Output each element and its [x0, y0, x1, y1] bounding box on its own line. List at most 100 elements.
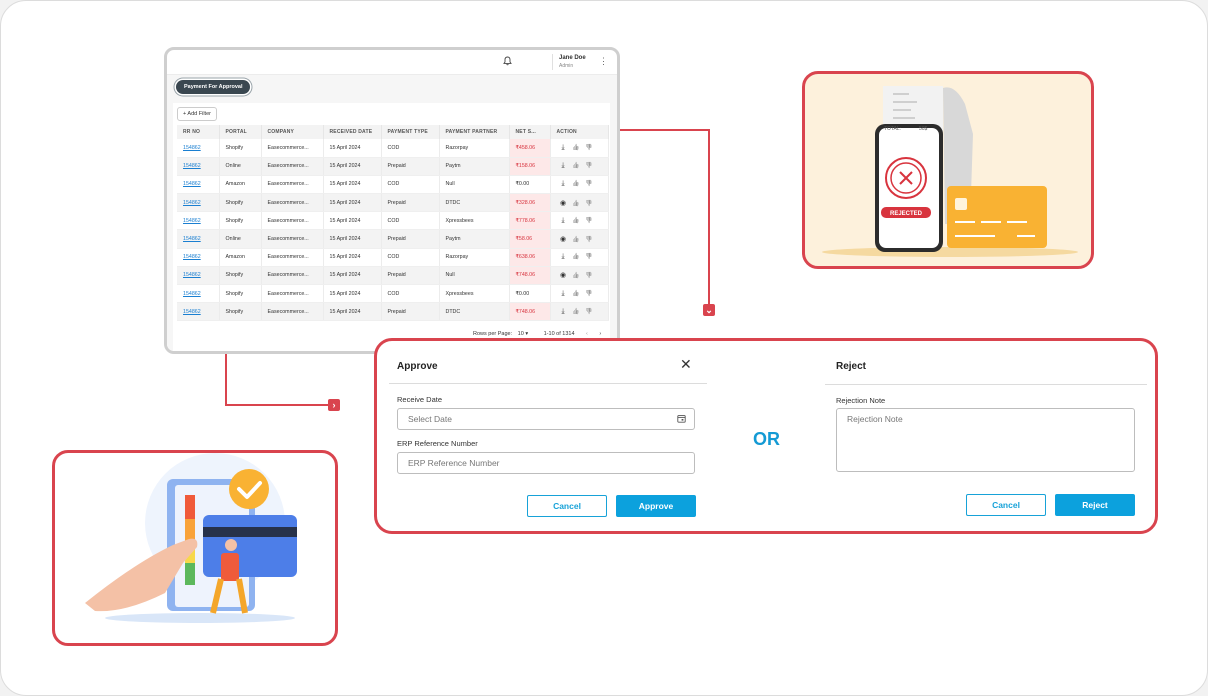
payment-type-cell: COD — [381, 284, 440, 304]
received-date-cell: 15 April 2024 — [323, 266, 382, 286]
user-circle-icon[interactable]: ◉ — [557, 199, 570, 207]
download-icon[interactable]: ⤓ — [557, 253, 570, 261]
rows-per-page-label: Rows per Page: — [473, 331, 513, 337]
payments-table: RR NO PORTAL COMPANY RECEIVED DATE PAYME… — [177, 125, 609, 322]
rr-number-link[interactable]: 154862 — [177, 248, 220, 267]
approved-card-image — [85, 453, 297, 623]
thumbs-up-icon[interactable]: 👍 — [570, 162, 583, 169]
net-amount-cell: ₹778.06 — [509, 211, 551, 231]
approve-button[interactable]: Approve — [616, 495, 696, 517]
rr-number-link[interactable]: 154862 — [177, 229, 220, 249]
column-header[interactable]: RECEIVED DATE — [323, 125, 382, 139]
reject-button[interactable]: Reject — [1055, 494, 1135, 516]
receive-date-input[interactable]: Select Date — [397, 408, 695, 430]
thumbs-up-icon[interactable]: 👍 — [570, 272, 583, 279]
thumbs-down-icon[interactable]: 👎 — [583, 290, 596, 297]
thumbs-down-icon[interactable]: 👎 — [583, 236, 596, 243]
chevron-right-icon[interactable]: › — [599, 331, 601, 337]
receipt-status-text: REJECTED — [890, 211, 923, 217]
download-icon[interactable]: ⤓ — [557, 162, 570, 170]
payment-type-cell: COD — [381, 139, 440, 158]
column-header[interactable]: RR NO — [177, 125, 220, 139]
table-row: 154862 Online Easecommerce... 15 April 2024… — [177, 157, 609, 176]
thumbs-up-icon[interactable]: 👍 — [570, 217, 583, 224]
rr-number-link[interactable]: 154862 — [177, 193, 220, 213]
thumbs-up-icon[interactable]: 👍 — [570, 290, 583, 297]
rr-number-link[interactable]: 154862 — [177, 266, 220, 286]
portal-cell: Online — [219, 157, 262, 176]
payment-partner-cell: Paytm — [439, 229, 510, 249]
thumbs-up-icon[interactable]: 👍 — [570, 236, 583, 243]
payment-partner-cell: Null — [439, 175, 510, 195]
company-cell: Easecommerce... — [261, 302, 324, 322]
portal-cell: Amazon — [219, 175, 262, 195]
download-icon[interactable]: ⤓ — [557, 308, 570, 316]
calendar-icon[interactable] — [677, 414, 686, 425]
user-circle-icon[interactable]: ◉ — [557, 271, 570, 279]
payment-partner-cell: Xpressbees — [439, 284, 510, 304]
rr-number-link[interactable]: 154862 — [177, 175, 220, 195]
or-separator: OR — [753, 429, 780, 449]
rows-per-page-select[interactable]: 10 ▾ — [518, 331, 528, 337]
approve-cancel-button[interactable]: Cancel — [527, 495, 607, 517]
thumbs-up-icon[interactable]: 👍 — [570, 200, 583, 207]
received-date-cell: 15 April 2024 — [323, 157, 382, 176]
action-cell: ⤓ 👍 👎 — [550, 248, 609, 267]
column-header[interactable]: PORTAL — [219, 125, 262, 139]
received-date-cell: 15 April 2024 — [323, 229, 382, 249]
action-cell: ◉ 👍 👎 — [550, 266, 609, 286]
thumbs-down-icon[interactable]: 👎 — [583, 162, 596, 169]
download-icon[interactable]: ⤓ — [557, 217, 570, 225]
payment-partner-cell: DTDC — [439, 193, 510, 213]
rr-number-link[interactable]: 154862 — [177, 139, 220, 158]
thumbs-down-icon[interactable]: 👎 — [583, 200, 596, 207]
thumbs-down-icon[interactable]: 👎 — [583, 180, 596, 187]
received-date-cell: 15 April 2024 — [323, 139, 382, 158]
column-header[interactable]: NET S... — [509, 125, 551, 139]
thumbs-down-icon[interactable]: 👎 — [583, 272, 596, 279]
user-circle-icon[interactable]: ◉ — [557, 235, 570, 243]
chevron-left-icon[interactable]: ‹ — [586, 331, 588, 337]
add-filter-button[interactable]: + Add Filter — [177, 107, 217, 121]
column-header[interactable]: PAYMENT TYPE — [381, 125, 440, 139]
rr-number-link[interactable]: 154862 — [177, 302, 220, 322]
payment-partner-cell: Xpressbees — [439, 211, 510, 231]
company-cell: Easecommerce... — [261, 248, 324, 267]
rr-number-link[interactable]: 154862 — [177, 157, 220, 176]
thumbs-down-icon[interactable]: 👎 — [583, 217, 596, 224]
thumbs-down-icon[interactable]: 👎 — [583, 144, 596, 151]
rejection-note-label: Rejection Note — [836, 396, 886, 405]
thumbs-down-icon[interactable]: 👎 — [583, 308, 596, 315]
reject-cancel-button[interactable]: Cancel — [966, 494, 1046, 516]
thumbs-up-icon[interactable]: 👍 — [570, 253, 583, 260]
download-icon[interactable]: ⤓ — [557, 180, 570, 188]
thumbs-down-icon[interactable]: 👎 — [583, 253, 596, 260]
thumbs-up-icon[interactable]: 👍 — [570, 308, 583, 315]
user-name: Jane Doe — [559, 55, 586, 61]
receive-date-label: Receive Date — [397, 395, 443, 404]
rr-number-link[interactable]: 154862 — [177, 284, 220, 304]
download-icon[interactable]: ⤓ — [557, 290, 570, 298]
thumbs-up-icon[interactable]: 👍 — [570, 180, 583, 187]
net-amount-cell: ₹638.06 — [509, 248, 551, 267]
download-icon[interactable]: ⤓ — [557, 144, 570, 152]
rr-number-link[interactable]: 154862 — [177, 211, 220, 231]
payment-type-cell: Prepaid — [381, 157, 440, 176]
portal-cell: Shopify — [219, 193, 262, 213]
tab-payment-for-approval[interactable]: Payment For Approval — [176, 80, 251, 94]
rejected-receipt-illustration: REJECTED TOTAL: 50$ — [802, 71, 1094, 269]
bell-icon[interactable] — [503, 56, 512, 69]
erp-reference-input[interactable]: ERP Reference Number — [397, 452, 695, 474]
column-header[interactable]: PAYMENT PARTNER — [439, 125, 510, 139]
net-amount-cell: ₹748.06 — [509, 302, 551, 322]
column-header[interactable]: COMPANY — [261, 125, 324, 139]
action-cell: ⤓ 👍 👎 — [550, 302, 609, 322]
thumbs-up-icon[interactable]: 👍 — [570, 144, 583, 151]
close-icon[interactable]: ✕ — [680, 357, 692, 371]
portal-cell: Amazon — [219, 248, 262, 267]
kebab-menu-icon[interactable]: ⋮ — [599, 56, 608, 67]
page-range: 1-10 of 1314 — [543, 331, 575, 337]
rejection-note-textarea[interactable]: Rejection Note — [836, 408, 1135, 472]
company-cell: Easecommerce... — [261, 266, 324, 286]
portal-cell: Shopify — [219, 302, 262, 322]
